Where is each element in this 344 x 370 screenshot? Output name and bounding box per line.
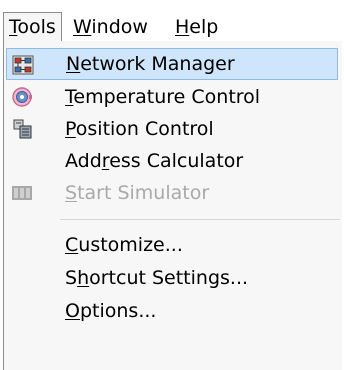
menu-item-shortcut-settings[interactable]: Shortcut Settings... bbox=[6, 262, 338, 294]
menu-item-label: Network Manager bbox=[66, 53, 235, 75]
start-simulator-icon bbox=[11, 182, 33, 204]
menu-item-label: Start Simulator bbox=[65, 182, 210, 204]
menu-item-customize[interactable]: Customize... bbox=[6, 229, 338, 261]
menu-bar: Tools Window Help bbox=[0, 0, 344, 44]
menu-item-address-calculator[interactable]: Address Calculator bbox=[6, 145, 338, 177]
menu-help-label: elp bbox=[189, 16, 219, 38]
menu-item-label: Address Calculator bbox=[65, 150, 244, 172]
menu-item-network-manager[interactable]: Network Manager bbox=[6, 48, 338, 80]
network-manager-icon bbox=[12, 54, 34, 76]
menu-item-label: Customize... bbox=[65, 234, 183, 256]
menu-item-temperature-control[interactable]: Temperature Control bbox=[6, 81, 338, 113]
tools-dropdown-menu: Network Manager Temperature Control Posi bbox=[3, 41, 342, 370]
menu-item-label: Shortcut Settings... bbox=[65, 267, 249, 289]
menu-item-label: Position Control bbox=[65, 118, 214, 140]
menu-item-start-simulator[interactable]: Start Simulator bbox=[6, 177, 338, 209]
menu-tools-label: ools bbox=[17, 16, 56, 38]
menu-item-position-control[interactable]: Position Control bbox=[6, 113, 338, 145]
menu-tools[interactable]: Tools bbox=[3, 12, 62, 41]
menu-help-mnemonic: H bbox=[175, 16, 190, 38]
menu-window-mnemonic: W bbox=[73, 16, 92, 38]
menu-item-label: Temperature Control bbox=[65, 86, 261, 108]
temperature-control-icon bbox=[11, 86, 33, 108]
menu-item-label: Options... bbox=[65, 300, 157, 322]
menu-window[interactable]: Window bbox=[68, 13, 153, 41]
position-control-icon bbox=[11, 118, 33, 140]
menu-window-label: indow bbox=[91, 16, 148, 38]
menu-help[interactable]: Help bbox=[170, 13, 223, 41]
menu-item-options[interactable]: Options... bbox=[6, 295, 338, 327]
menu-separator bbox=[60, 219, 340, 220]
